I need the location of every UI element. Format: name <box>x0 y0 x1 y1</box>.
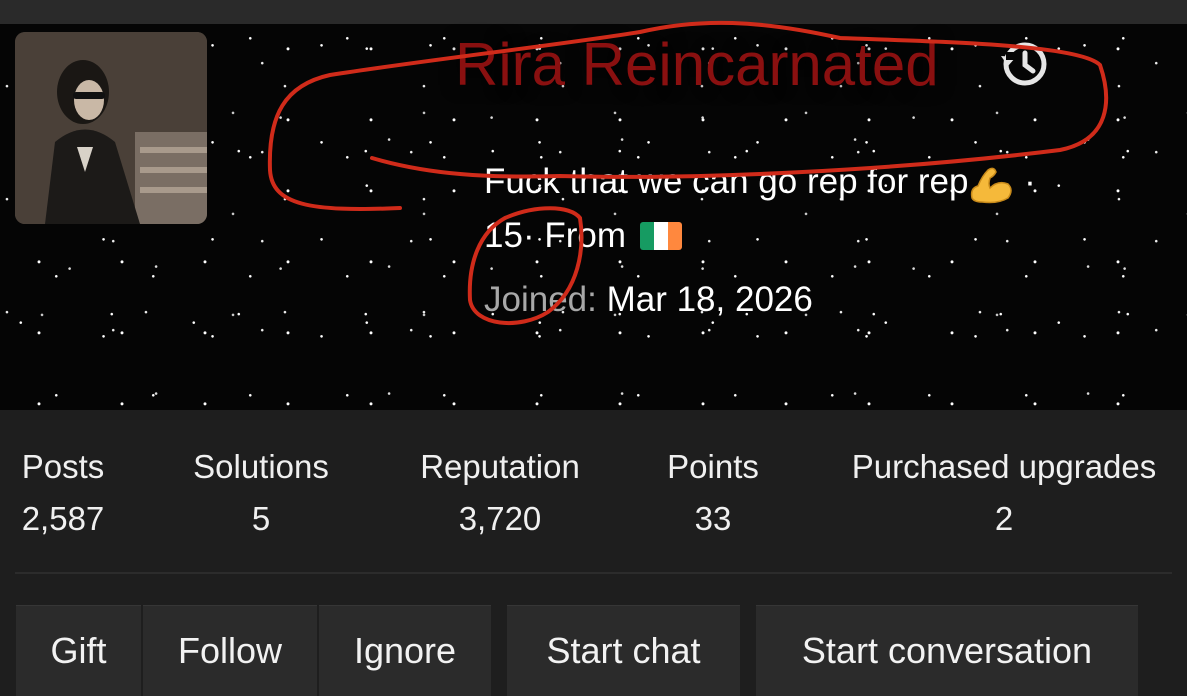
joined-date[interactable]: Mar 18, 2026 <box>607 280 813 319</box>
ignore-button[interactable]: Ignore <box>319 605 491 696</box>
stat-value: 33 <box>694 500 732 537</box>
custom-title: Fuck that we can go rep for rep · <box>484 162 1036 204</box>
gift-button[interactable]: Gift <box>16 605 141 696</box>
ireland-flag-icon <box>639 222 682 250</box>
stat-value: 5 <box>251 500 271 537</box>
follow-button[interactable]: Follow <box>143 605 317 696</box>
top-bar <box>0 0 1187 24</box>
avatar-image <box>15 32 207 224</box>
flexed-biceps-icon <box>971 167 1013 203</box>
stat-label: Reputation <box>420 448 580 485</box>
stat-points[interactable]: Points 33 <box>667 448 759 538</box>
title-separator: · <box>1014 162 1036 201</box>
start-chat-button[interactable]: Start chat <box>507 605 740 696</box>
stat-value: 3,720 <box>458 500 542 537</box>
stat-solutions[interactable]: Solutions 5 <box>193 448 329 538</box>
username[interactable]: Rira Reincarnated <box>455 30 939 99</box>
stat-label: Solutions <box>193 448 329 485</box>
from-label: · From <box>522 216 626 255</box>
custom-title-text: Fuck that we can go rep for rep <box>484 162 969 201</box>
profile-stats: Posts 2,587 Solutions 5 Reputation 3,720… <box>0 410 1187 572</box>
stat-purchased-upgrades[interactable]: Purchased upgrades 2 <box>852 448 1157 538</box>
stat-value: 2 <box>994 500 1014 537</box>
stat-label: Posts <box>21 448 105 485</box>
history-icon[interactable] <box>997 38 1049 90</box>
joined-label: Joined: <box>484 280 607 319</box>
divider <box>15 572 1172 574</box>
joined-info: Joined: Mar 18, 2026 <box>484 280 813 320</box>
stat-label: Purchased upgrades <box>851 448 1157 485</box>
stat-posts[interactable]: Posts 2,587 <box>22 448 105 538</box>
stat-reputation[interactable]: Reputation 3,720 <box>420 448 580 538</box>
stat-value: 2,587 <box>21 500 105 537</box>
start-conversation-button[interactable]: Start conversation <box>756 605 1138 696</box>
avatar[interactable] <box>15 32 207 224</box>
age: 15 <box>484 216 523 255</box>
profile-meta: 15 · From <box>484 216 682 256</box>
stat-label: Points <box>667 448 759 485</box>
